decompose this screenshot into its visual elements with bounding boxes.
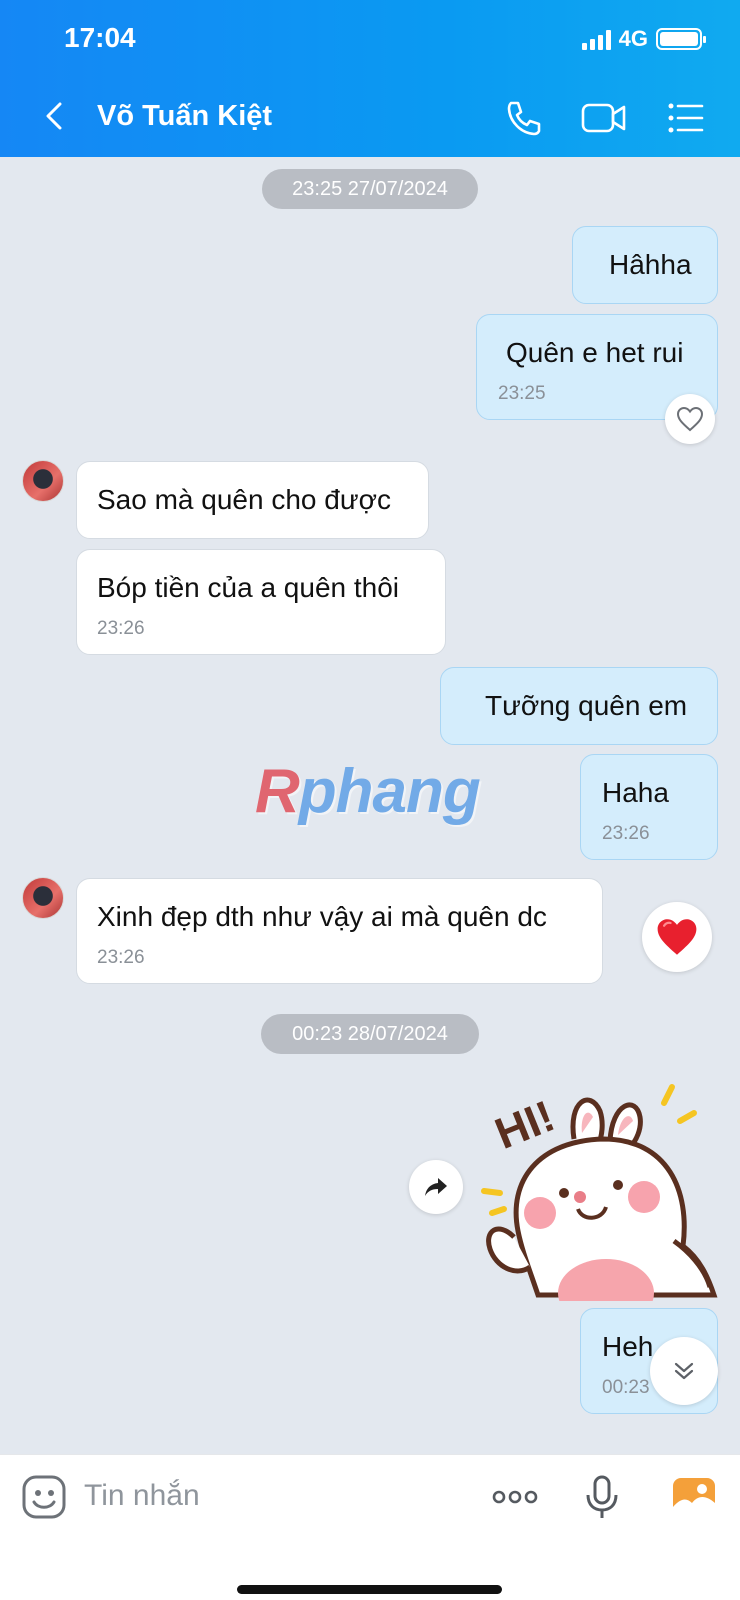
message-time: 23:26 — [97, 947, 145, 968]
message-time: 23:26 — [97, 618, 145, 639]
message-text: Quên e het rui — [506, 337, 684, 368]
status-time: 17:04 — [64, 22, 136, 53]
message-time: 23:26 — [602, 823, 650, 844]
back-icon[interactable] — [36, 96, 76, 136]
message-input[interactable]: Tin nhắn — [84, 1479, 200, 1513]
phone-icon[interactable] — [500, 96, 544, 140]
more-icon[interactable] — [490, 1473, 540, 1521]
sticker-text: HI! — [489, 1092, 562, 1159]
message-composer: Tin nhắn — [0, 1454, 740, 1600]
outgoing-message[interactable]: Tưỡng quên em — [440, 667, 718, 745]
bunny-sticker[interactable]: HI! — [478, 1081, 723, 1301]
list-icon[interactable] — [664, 96, 708, 140]
image-icon[interactable] — [670, 1473, 720, 1521]
share-button[interactable] — [409, 1160, 463, 1214]
home-indicator — [237, 1585, 502, 1594]
message-text: Haha — [602, 777, 669, 808]
message-text: Tưỡng quên em — [485, 690, 688, 721]
video-icon[interactable] — [580, 96, 628, 140]
outgoing-message[interactable]: Hâhha — [572, 226, 718, 304]
sticker-icon[interactable] — [20, 1473, 68, 1521]
share-icon — [425, 1178, 447, 1196]
network-type: 4G — [618, 26, 648, 51]
date-stamp: 00:23 28/07/2024 — [261, 1014, 479, 1054]
message-time: 00:23 — [602, 1377, 650, 1398]
message-list[interactable]: 23:25 27/07/2024 Hâhha Quên e het rui 23… — [0, 157, 740, 1454]
heart-outline-icon — [676, 406, 704, 432]
incoming-message[interactable]: Xinh đẹp dth như vậy ai mà quên dc 23:26 — [76, 878, 603, 984]
message-time: 23:25 — [498, 383, 546, 404]
battery-icon — [656, 28, 706, 50]
avatar[interactable] — [22, 460, 64, 502]
avatar[interactable] — [22, 877, 64, 919]
date-stamp: 23:25 27/07/2024 — [262, 169, 478, 209]
contact-name[interactable]: Võ Tuấn Kiệt — [97, 100, 272, 133]
reaction-badge[interactable] — [642, 902, 712, 972]
incoming-message[interactable]: Sao mà quên cho được — [76, 461, 429, 539]
react-button[interactable] — [665, 394, 715, 444]
chat-nav-bar: Võ Tuấn Kiệt — [0, 92, 740, 144]
message-text: Bóp tiền của a quên thôi — [97, 572, 400, 603]
scroll-down-button[interactable] — [650, 1337, 718, 1405]
message-text: Hâhha — [609, 249, 692, 280]
heart-icon — [657, 919, 697, 955]
watermark-logo: Rphang — [255, 757, 481, 826]
message-text: Sao mà quên cho được — [97, 484, 391, 515]
app-header: 17:04 4G Võ Tuấn Kiệt — [0, 0, 740, 157]
mic-icon[interactable] — [578, 1473, 626, 1521]
signal-icon — [581, 28, 611, 50]
message-text: Xinh đẹp dth như vậy ai mà quên dc — [97, 901, 547, 932]
scroll-down-icon — [674, 1362, 694, 1380]
outgoing-message[interactable]: Haha 23:26 — [580, 754, 718, 860]
message-text: Heh — [602, 1331, 654, 1362]
incoming-message[interactable]: Bóp tiền của a quên thôi 23:26 — [76, 549, 446, 655]
status-indicators: 4G — [581, 26, 706, 52]
